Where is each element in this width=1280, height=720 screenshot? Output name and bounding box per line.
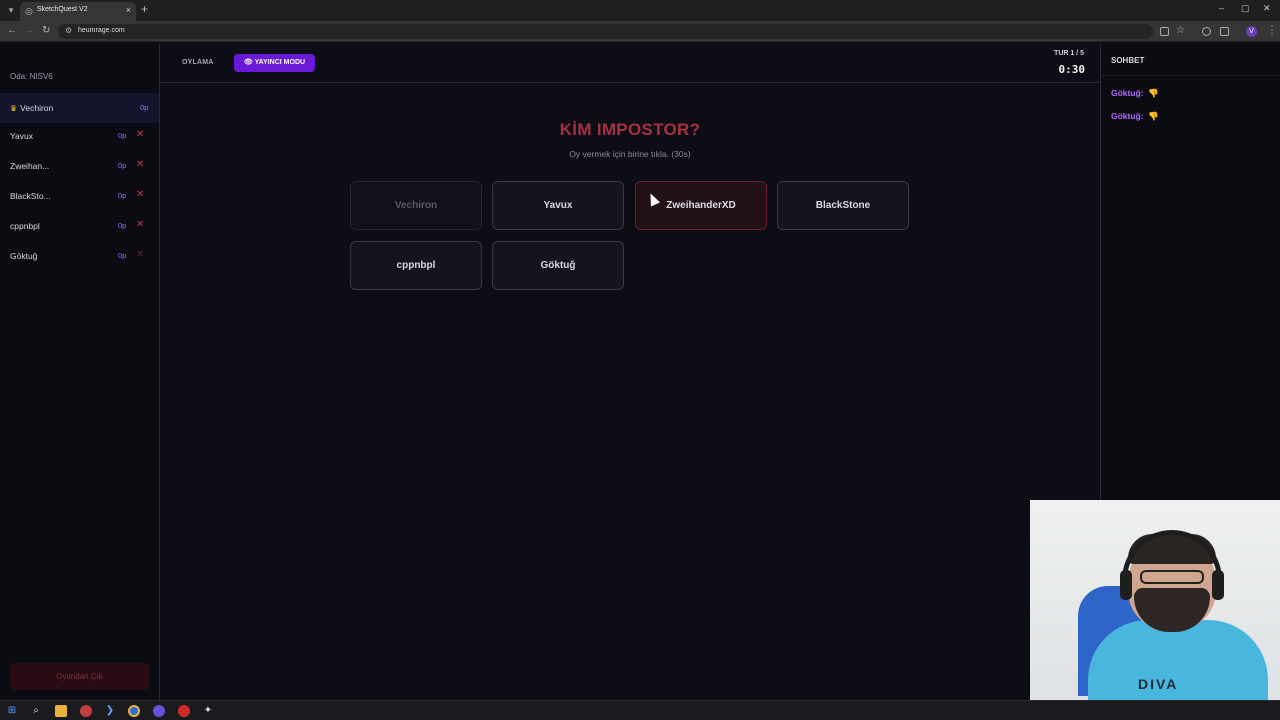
headset-earcup-left [1120,570,1132,600]
chrome-icon[interactable] [128,705,140,717]
kick-player-icon[interactable]: ✕ [136,219,144,230]
player-score: 0p [118,131,127,140]
vote-card-zweihanderxd[interactable]: ZweihanderXD [635,181,767,230]
browser-menu-icon[interactable]: ⋮ [1267,25,1277,36]
app-icon[interactable] [80,705,92,717]
url-text: heumrage.com [78,27,125,34]
player-row: Zweihan... 0p ✕ [0,151,159,181]
chat-username: Göktuğ: [1111,88,1144,98]
recorder-icon[interactable] [178,705,190,717]
voting-panel: KİM IMPOSTOR? Oy vermek için birine tıkl… [160,84,1100,700]
player-row: BlackSto... 0p ✕ [0,181,159,211]
address-bar[interactable]: ⚙ heumrage.com [58,24,1153,39]
headset-earcup-right [1212,570,1224,600]
streamer-mode-label: YAYINCI MODU [254,59,306,66]
player-name: BlackSto... [10,191,51,201]
leave-game-button[interactable]: Oyundan Çık [10,663,149,690]
player-score: 0p [140,103,149,112]
round-counter: TUR 1 / 5 [1054,50,1084,57]
game-topbar: OYLAMA 👁 YAYINCI MODU TUR 1 / 5 0:30 [160,43,1100,83]
shirt-print: DIVA [1138,676,1179,692]
minimize-icon[interactable]: – [1219,3,1224,13]
file-explorer-icon[interactable] [55,705,67,717]
kick-player-icon[interactable]: ✕ [136,189,144,200]
streamer-mode-button[interactable]: 👁 YAYINCI MODU [234,54,315,72]
room-code: Oda: NISV6 [10,72,53,81]
globe-icon: ◎ [25,6,33,16]
browser-tab-bar: ▾ ◎ SketchQuest V2 × + – ▢ ✕ [0,0,1280,21]
player-row: Yavux 0p ✕ [0,121,159,151]
vote-title: KİM IMPOSTOR? [559,120,701,139]
countdown-timer: 0:30 [1058,63,1086,76]
site-info-icon[interactable]: ⚙ [65,26,72,35]
browser-toolbar: ← → ↻ ⚙ heumrage.com ☆ ⋮ [0,21,1280,42]
player-name: ♛ Vechiron [10,103,54,113]
bookmark-star-icon[interactable]: ☆ [1176,25,1185,36]
forward-icon[interactable]: → [24,25,34,36]
profile-avatar-icon[interactable]: V [1246,26,1257,37]
vote-card-vechiron: Vechiron [350,181,482,230]
kick-player-icon[interactable]: ✕ [136,159,144,170]
new-tab-button[interactable]: + [141,2,148,16]
player-name: cppnbpl [10,221,40,231]
reload-icon[interactable]: ↻ [42,25,50,36]
eye-icon: 👁 [243,59,253,66]
vote-card-yavux[interactable]: Yavux [492,181,624,230]
vscode-icon[interactable]: ❯ [104,705,116,717]
vote-instructions: Oy vermek için birine tıkla. (30s) [569,149,691,159]
restore-icon[interactable]: ▢ [1241,3,1250,14]
player-name: Yavux [10,131,33,141]
extensions-icon[interactable] [1220,27,1229,36]
player-score: 0p [118,251,127,260]
player-row-host: ♛ Vechiron 0p [0,93,159,123]
chat-username: Göktuğ: [1111,111,1144,121]
chat-divider [1101,75,1280,76]
player-score: 0p [118,161,127,170]
vote-card-blackstone[interactable]: BlackStone [777,181,909,230]
player-row: Göktuğ 0p ✕ [0,241,159,271]
window-close-icon[interactable]: ✕ [1263,3,1271,14]
tab-list-icon[interactable]: ▾ [4,3,18,17]
start-menu-icon[interactable]: ⊞ [6,705,18,717]
search-icon[interactable]: ⌕ [30,705,42,717]
thumbs-down-icon: 👎 [1147,88,1159,98]
chat-message: Göktuğ: 👎 [1111,88,1159,99]
steam-icon[interactable]: ✦ [202,705,214,717]
media-icon[interactable] [1202,27,1211,36]
tab-title: SketchQuest V2 [37,6,88,13]
tab-close-icon[interactable]: × [126,5,131,15]
discord-icon[interactable] [153,705,165,717]
vote-card-cppnbpl[interactable]: cppnbpl [350,241,482,290]
player-row: cppnbpl 0p ✕ [0,211,159,241]
back-icon[interactable]: ← [7,25,17,36]
kick-player-icon[interactable]: ✕ [136,129,144,140]
vote-card-goktug[interactable]: Göktuğ [492,241,624,290]
player-name: Göktuğ [10,251,38,261]
player-name: Zweihan... [10,161,50,171]
webcam-overlay: DIVA [1030,500,1280,700]
os-taskbar: ⊞ ⌕ ❯ ✦ [0,700,1280,720]
kick-player-icon[interactable]: ✕ [136,249,144,260]
translate-icon[interactable] [1160,27,1169,36]
thumbs-down-icon: 👎 [1147,111,1159,121]
chat-message: Göktuğ: 👎 [1111,111,1159,122]
browser-tab[interactable]: ◎ SketchQuest V2 × [20,2,136,21]
crown-icon: ♛ [10,104,18,113]
player-score: 0p [118,221,127,230]
player-sidebar: Oda: NISV6 ♛ Vechiron 0p Yavux 0p ✕ Zweih… [0,43,160,700]
phase-label: OYLAMA [182,59,214,66]
player-score: 0p [118,191,127,200]
chat-title: SOHBET [1111,56,1145,65]
